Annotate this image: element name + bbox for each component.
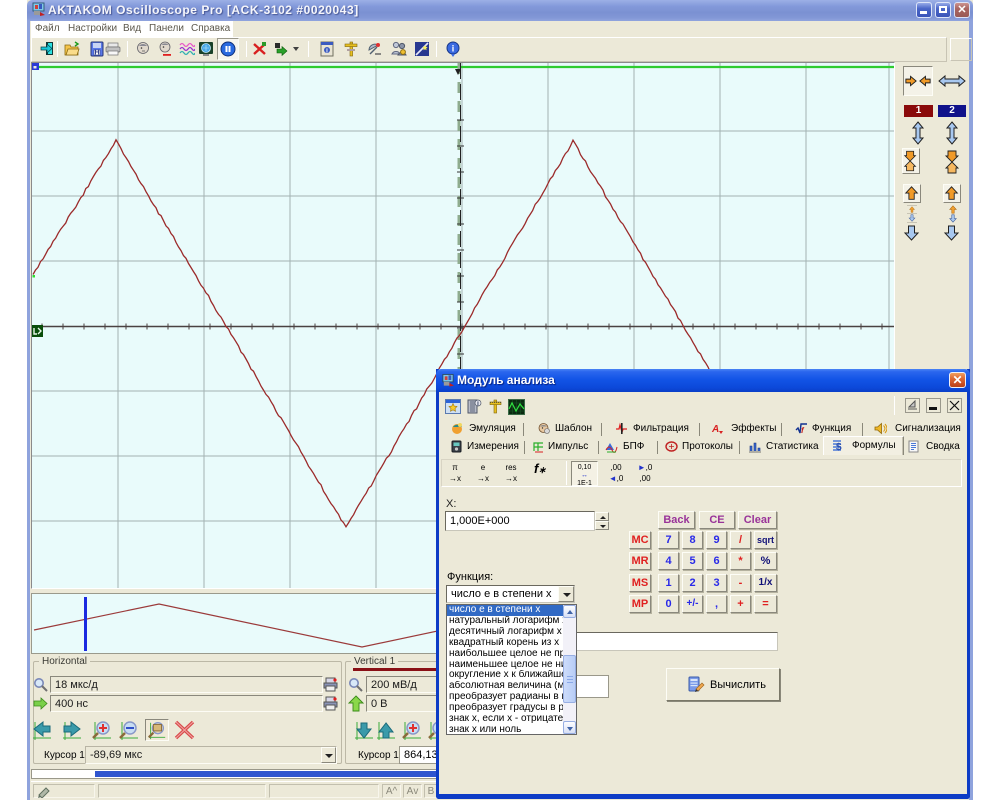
svg-text:i: i <box>452 44 455 54</box>
svg-text:f: f <box>801 426 805 435</box>
svg-text:A: A <box>711 424 719 435</box>
svg-text:$: $ <box>836 442 842 452</box>
svg-text:H: H <box>94 50 99 57</box>
